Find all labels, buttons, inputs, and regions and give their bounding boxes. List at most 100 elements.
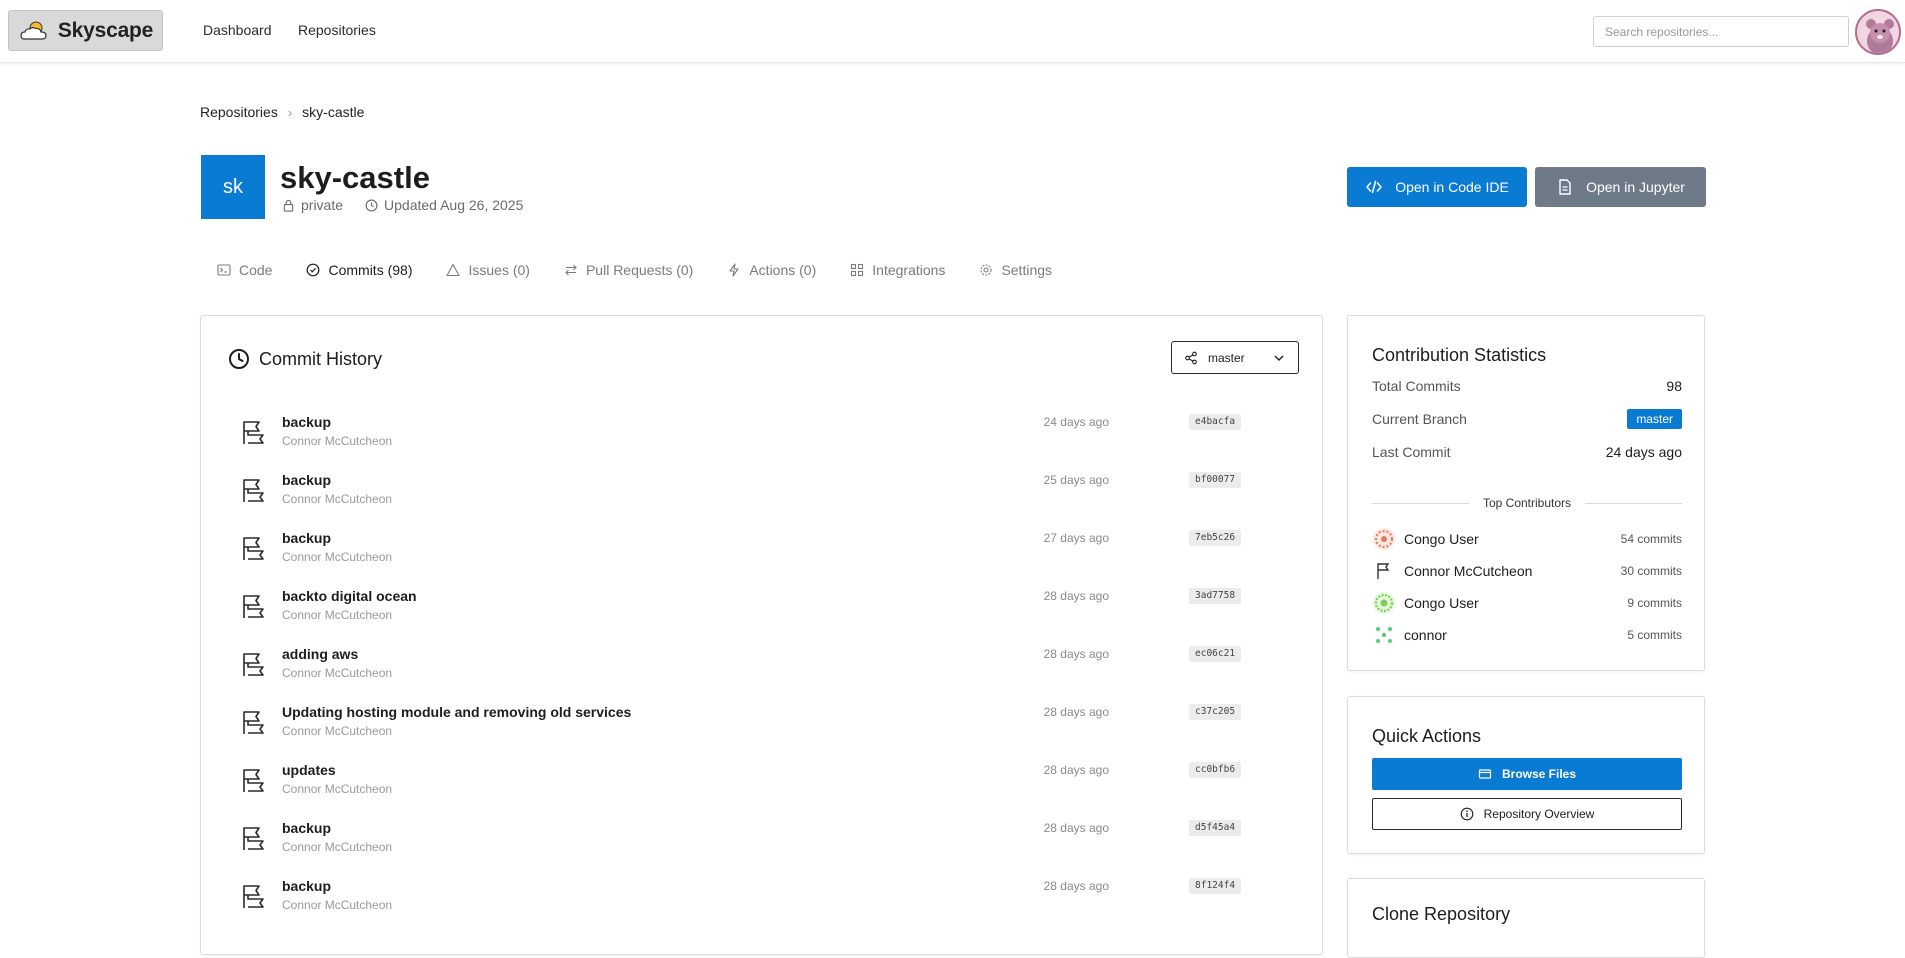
tab-pull-requests[interactable]: Pull Requests (0) bbox=[564, 262, 693, 278]
commit-sha-badge[interactable]: c37c205 bbox=[1189, 704, 1242, 720]
tab-pull-requests-label: Pull Requests (0) bbox=[585, 262, 694, 278]
contributor-count: 54 commits bbox=[1620, 532, 1682, 546]
flag-icon bbox=[243, 711, 264, 734]
search-input[interactable] bbox=[1593, 16, 1849, 47]
commit-author[interactable]: Connor McCutcheon bbox=[282, 492, 392, 506]
commit-author[interactable]: Connor McCutcheon bbox=[282, 608, 392, 622]
commit-row[interactable]: backto digital ocean Connor McCutcheon 28 … bbox=[239, 588, 1249, 640]
commit-history-title: Commit History bbox=[228, 348, 382, 370]
commit-sha-badge[interactable]: e4bacfa bbox=[1189, 414, 1242, 430]
tab-actions[interactable]: Actions (0) bbox=[727, 262, 816, 278]
info-icon bbox=[1460, 807, 1473, 821]
commit-author[interactable]: Connor McCutcheon bbox=[282, 840, 392, 854]
commit-time: 28 days ago bbox=[1043, 763, 1109, 777]
contributor-name: Connor McCutcheon bbox=[1404, 563, 1533, 579]
tab-actions-label: Actions (0) bbox=[749, 262, 817, 278]
commit-row[interactable]: backup Connor McCutcheon 25 days ago bf0007… bbox=[239, 472, 1249, 524]
tab-integrations[interactable]: Integrations bbox=[850, 262, 945, 278]
repo-updated: Updated Aug 26, 2025 bbox=[384, 197, 524, 213]
contributor-row[interactable]: Congo User 54 commits bbox=[1372, 526, 1682, 552]
commit-sha-badge[interactable]: d5f45a4 bbox=[1189, 820, 1242, 836]
nav-repositories-link[interactable]: Repositories bbox=[298, 22, 376, 38]
commit-row[interactable]: Updating hosting module and removing old… bbox=[239, 704, 1249, 756]
stat-last-commit: Last Commit 24 days ago bbox=[1372, 444, 1682, 460]
commit-sha-badge[interactable]: cc0bfb6 bbox=[1189, 762, 1242, 778]
commit-author[interactable]: Connor McCutcheon bbox=[282, 898, 392, 912]
branch-select-value: master bbox=[1208, 350, 1245, 365]
user-avatar[interactable] bbox=[1855, 9, 1901, 55]
breadcrumb: Repositories › sky-castle bbox=[200, 104, 364, 120]
check-circle-icon bbox=[307, 263, 320, 277]
contributor-avatar-icon bbox=[1373, 592, 1395, 614]
commit-sha-badge[interactable]: ec06c21 bbox=[1189, 646, 1242, 662]
commit-time: 27 days ago bbox=[1043, 531, 1109, 545]
commit-author[interactable]: Connor McCutcheon bbox=[282, 724, 392, 738]
flag-icon bbox=[243, 885, 264, 908]
open-code-ide-button[interactable]: Open in Code IDE bbox=[1347, 167, 1527, 207]
stat-current-branch-label: Current Branch bbox=[1372, 411, 1467, 427]
commit-time: 28 days ago bbox=[1043, 705, 1109, 719]
chevron-down-icon bbox=[1274, 355, 1284, 361]
commit-sha-badge[interactable]: bf00077 bbox=[1189, 472, 1242, 488]
commit-message: backup bbox=[282, 414, 332, 430]
contributor-row[interactable]: Connor McCutcheon 30 commits bbox=[1372, 558, 1682, 584]
flag-icon bbox=[243, 653, 264, 676]
tab-issues[interactable]: Issues (0) bbox=[446, 262, 530, 278]
commit-row[interactable]: backup Connor McCutcheon 24 days ago e4bacf… bbox=[239, 414, 1249, 466]
tab-code[interactable]: Code bbox=[217, 262, 272, 278]
contributor-row[interactable]: connor 5 commits bbox=[1372, 622, 1682, 648]
commit-author[interactable]: Connor McCutcheon bbox=[282, 666, 392, 680]
open-jupyter-button[interactable]: Open in Jupyter bbox=[1535, 167, 1706, 207]
commit-row[interactable]: backup Connor McCutcheon 27 days ago 7eb5c2… bbox=[239, 530, 1249, 582]
browse-files-button[interactable]: Browse Files bbox=[1372, 758, 1682, 790]
chevron-right-icon: › bbox=[287, 104, 293, 120]
stats-title: Contribution Statistics bbox=[1372, 345, 1547, 365]
terminal-icon bbox=[217, 264, 231, 276]
history-clock-icon bbox=[229, 349, 249, 369]
contributor-row[interactable]: Congo User 9 commits bbox=[1372, 590, 1682, 616]
code-icon bbox=[1366, 180, 1382, 194]
contributor-avatar-icon bbox=[1373, 528, 1395, 550]
repository-overview-button[interactable]: Repository Overview bbox=[1372, 798, 1682, 830]
commit-row[interactable]: backup Connor McCutcheon 28 days ago 8f124f… bbox=[239, 878, 1249, 930]
commit-row[interactable]: adding aws Connor McCutcheon 28 days ago ec… bbox=[239, 646, 1249, 698]
commit-message: backup bbox=[282, 878, 332, 894]
commit-sha-badge[interactable]: 3ad7758 bbox=[1189, 588, 1242, 604]
tab-commits[interactable]: Commits (98) bbox=[306, 262, 412, 278]
commit-message: backto digital ocean bbox=[282, 588, 417, 604]
gear-icon bbox=[980, 264, 992, 276]
breadcrumb-current: sky-castle bbox=[302, 104, 365, 120]
arrows-icon bbox=[565, 264, 577, 276]
commit-sha-badge[interactable]: 8f124f4 bbox=[1189, 878, 1242, 894]
nav-dashboard-link[interactable]: Dashboard bbox=[203, 22, 272, 38]
contributor-name: Congo User bbox=[1404, 531, 1479, 547]
top-navbar: Skyscape Dashboard Repositories bbox=[0, 0, 1905, 63]
commit-row[interactable]: updates Connor McCutcheon 28 days ago cc0bf… bbox=[239, 762, 1249, 814]
branch-select[interactable]: master bbox=[1171, 341, 1299, 374]
commit-sha-badge[interactable]: 7eb5c26 bbox=[1189, 530, 1242, 546]
stat-total-commits: Total Commits 98 bbox=[1372, 378, 1682, 394]
tab-settings[interactable]: Settings bbox=[979, 262, 1052, 278]
tab-integrations-label: Integrations bbox=[872, 262, 946, 278]
stat-last-commit-label: Last Commit bbox=[1372, 444, 1451, 460]
repo-title: sky-castle bbox=[280, 160, 430, 195]
app-name: Skyscape bbox=[57, 18, 154, 42]
breadcrumb-repositories-link[interactable]: Repositories bbox=[200, 104, 278, 120]
commit-author[interactable]: Connor McCutcheon bbox=[282, 550, 392, 564]
bolt-icon bbox=[729, 263, 739, 277]
commit-row[interactable]: backup Connor McCutcheon 28 days ago d5f45a… bbox=[239, 820, 1249, 872]
repository-overview-label: Repository Overview bbox=[1483, 807, 1595, 821]
commit-author[interactable]: Connor McCutcheon bbox=[282, 782, 392, 796]
contribution-stats-card: Contribution Statistics Total Commits 98… bbox=[1347, 315, 1705, 671]
flag-icon bbox=[243, 479, 264, 502]
repo-visibility: private bbox=[301, 197, 344, 213]
quick-actions-title: Quick Actions bbox=[1372, 726, 1482, 746]
commit-message: backup bbox=[282, 530, 332, 546]
contributor-count: 9 commits bbox=[1627, 596, 1682, 610]
flag-icon bbox=[1377, 563, 1390, 579]
top-contributors-divider: Top Contributors bbox=[1372, 496, 1683, 510]
commit-author[interactable]: Connor McCutcheon bbox=[282, 434, 392, 448]
commit-message: backup bbox=[282, 472, 332, 488]
app-logo-button[interactable]: Skyscape bbox=[8, 10, 163, 51]
flag-icon bbox=[243, 595, 264, 618]
